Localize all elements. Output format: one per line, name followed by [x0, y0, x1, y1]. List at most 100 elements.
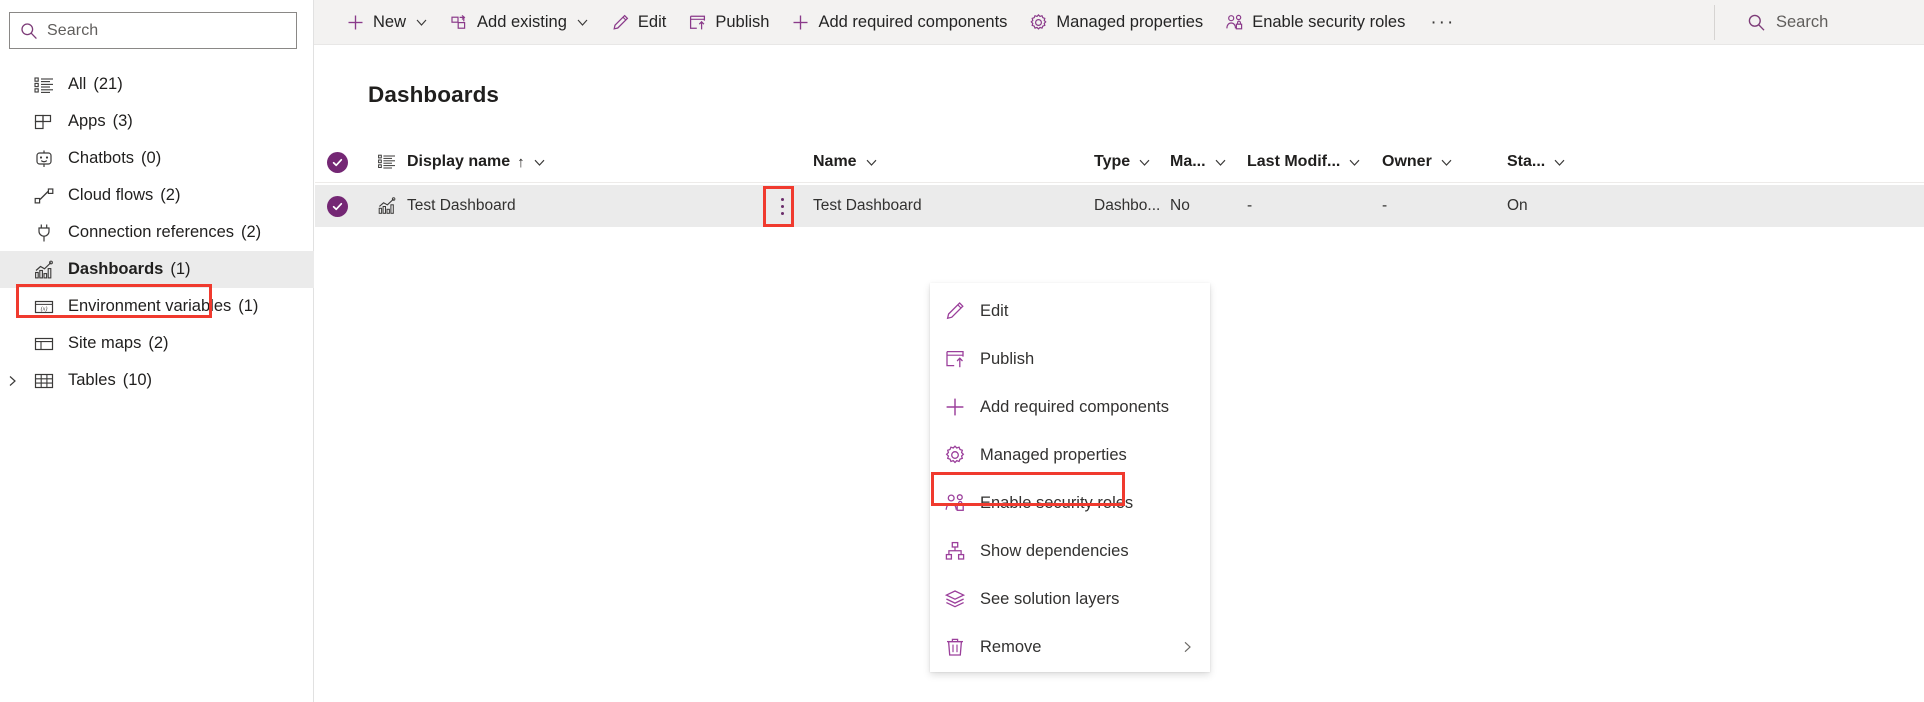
chevron-down-icon[interactable] — [1348, 156, 1361, 169]
chevron-down-icon[interactable] — [1214, 156, 1227, 169]
plus-icon — [944, 396, 966, 418]
sidebar-item-environment-variables[interactable]: (x) Environment variables (1) — [0, 288, 314, 325]
column-header-type[interactable]: Type — [1094, 141, 1151, 183]
table-header-row: Display name ↑ Name Type Ma... Last Modi… — [315, 141, 1924, 183]
context-menu-item-remove[interactable]: Remove — [930, 623, 1210, 671]
sidebar-item-all[interactable]: All (21) — [0, 66, 314, 103]
gear-icon — [944, 444, 966, 466]
column-header-label: Name — [813, 153, 857, 170]
context-menu-item-label: Show dependencies — [980, 541, 1129, 560]
chevron-down-icon[interactable] — [1553, 156, 1566, 169]
sidebar-item-count: (10) — [122, 371, 153, 389]
sidebar-item-cloud-flows[interactable]: Cloud flows (2) — [0, 177, 314, 214]
context-menu-item-label: See solution layers — [980, 589, 1120, 608]
publish-icon — [944, 348, 966, 370]
row-context-menu-button[interactable] — [767, 188, 797, 224]
context-menu-item-edit[interactable]: Edit — [930, 287, 1210, 335]
sidebar-item-tables[interactable]: Tables (10) — [0, 362, 314, 399]
column-header-name[interactable]: Name — [813, 141, 878, 183]
context-menu-item-label: Publish — [980, 349, 1035, 368]
command-edit[interactable]: Edit — [600, 0, 677, 45]
chatbot-icon — [33, 148, 55, 170]
list-icon — [377, 152, 397, 172]
command-new[interactable]: New — [335, 0, 439, 45]
command-enable-security-roles[interactable]: Enable security roles — [1214, 0, 1416, 45]
chevron-down-icon[interactable] — [576, 16, 589, 29]
search-icon — [1747, 13, 1766, 32]
commandbar-search-button[interactable]: Search — [1736, 0, 1839, 45]
command-label: Add required components — [818, 12, 1008, 31]
sidebar-item-label: Connection references — [68, 223, 235, 241]
context-menu-item-publish[interactable]: Publish — [930, 335, 1210, 383]
chevron-right-icon[interactable] — [1181, 641, 1194, 654]
context-menu-item-see-solution-layers[interactable]: See solution layers — [930, 575, 1210, 623]
left-sidebar: Search All (21) Apps (3) Chatbots (0) Cl… — [0, 0, 314, 702]
cell-name: Test Dashboard — [813, 197, 922, 214]
cell-last-modified: - — [1247, 197, 1253, 214]
context-menu-item-enable-security-roles[interactable]: Enable security roles — [930, 479, 1210, 527]
more-options-icon: ··· — [1430, 11, 1456, 33]
sidebar-item-apps[interactable]: Apps (3) — [0, 103, 314, 140]
column-header-display-name[interactable]: Display name ↑ — [407, 141, 546, 183]
sidebar-search-box[interactable]: Search — [9, 12, 297, 49]
dependencies-icon — [944, 540, 966, 562]
sidebar-item-dashboards[interactable]: Dashboards (1) — [0, 251, 314, 288]
column-header-status[interactable]: Sta... — [1507, 141, 1566, 183]
plug-icon — [33, 222, 55, 244]
sort-ascending-icon: ↑ — [517, 153, 525, 171]
context-menu-item-managed-properties[interactable]: Managed properties — [930, 431, 1210, 479]
more-vertical-icon — [780, 196, 784, 217]
row-select-checkbox[interactable] — [327, 185, 348, 227]
sitemap-layout-icon — [33, 333, 55, 355]
command-add-required-components[interactable]: Add required components — [780, 0, 1018, 45]
context-menu-item-show-dependencies[interactable]: Show dependencies — [930, 527, 1210, 575]
cell-display-name: Test Dashboard — [407, 197, 516, 214]
sidebar-search-placeholder: Search — [47, 21, 99, 39]
commandbar-search-placeholder: Search — [1776, 13, 1829, 31]
command-overflow-button[interactable]: ··· — [1416, 0, 1469, 45]
chevron-right-icon[interactable] — [6, 374, 19, 387]
sidebar-item-label: Apps — [68, 112, 106, 130]
command-bar: New Add existing Edit Publish Add requir… — [314, 0, 1924, 45]
column-header-managed[interactable]: Ma... — [1170, 141, 1227, 183]
column-header-label: Display name — [407, 153, 511, 170]
dashboard-chart-icon — [377, 196, 397, 216]
column-header-label: Sta... — [1507, 153, 1546, 170]
sidebar-item-site-maps[interactable]: Site maps (2) — [0, 325, 314, 362]
sidebar-item-label: Tables — [68, 371, 116, 389]
column-header-type-icon[interactable] — [377, 141, 397, 183]
table-row[interactable]: Test Dashboard Test Dashboard Dashbo... … — [315, 185, 1924, 227]
sidebar-item-connection-references[interactable]: Connection references (2) — [0, 214, 314, 251]
sidebar-item-label: Dashboards — [68, 260, 164, 278]
command-add-existing[interactable]: Add existing — [439, 0, 600, 45]
command-label: Managed properties — [1056, 12, 1204, 31]
sidebar-item-chatbots[interactable]: Chatbots (0) — [0, 140, 314, 177]
context-menu-item-add-required-components[interactable]: Add required components — [930, 383, 1210, 431]
sidebar-nav-list: All (21) Apps (3) Chatbots (0) Cloud flo… — [0, 66, 314, 399]
sidebar-item-count: (2) — [241, 223, 262, 241]
context-menu-item-label: Add required components — [980, 397, 1169, 416]
sidebar-item-label: Environment variables — [68, 297, 232, 315]
sidebar-item-count: (0) — [141, 149, 162, 167]
sidebar-item-label: Site maps — [68, 334, 142, 352]
sidebar-item-label: Cloud flows — [68, 186, 154, 204]
command-publish[interactable]: Publish — [677, 0, 780, 45]
sidebar-item-count: (1) — [238, 297, 259, 315]
cell-type: Dashbo... — [1094, 197, 1161, 214]
context-menu-item-label: Edit — [980, 301, 1009, 320]
plus-icon — [346, 13, 365, 32]
chevron-down-icon[interactable] — [865, 156, 878, 169]
chevron-down-icon[interactable] — [415, 16, 428, 29]
publish-icon — [688, 13, 707, 32]
column-header-last-modified[interactable]: Last Modif... — [1247, 141, 1361, 183]
select-all-checkbox[interactable] — [327, 141, 348, 183]
chevron-down-icon[interactable] — [1138, 156, 1151, 169]
chevron-down-icon[interactable] — [1440, 156, 1453, 169]
cloud-flow-icon — [33, 185, 55, 207]
chevron-down-icon[interactable] — [533, 156, 546, 169]
cell-status: On — [1507, 197, 1528, 214]
command-label: New — [373, 12, 407, 31]
pencil-icon — [944, 300, 966, 322]
column-header-owner[interactable]: Owner — [1382, 141, 1453, 183]
command-managed-properties[interactable]: Managed properties — [1018, 0, 1214, 45]
